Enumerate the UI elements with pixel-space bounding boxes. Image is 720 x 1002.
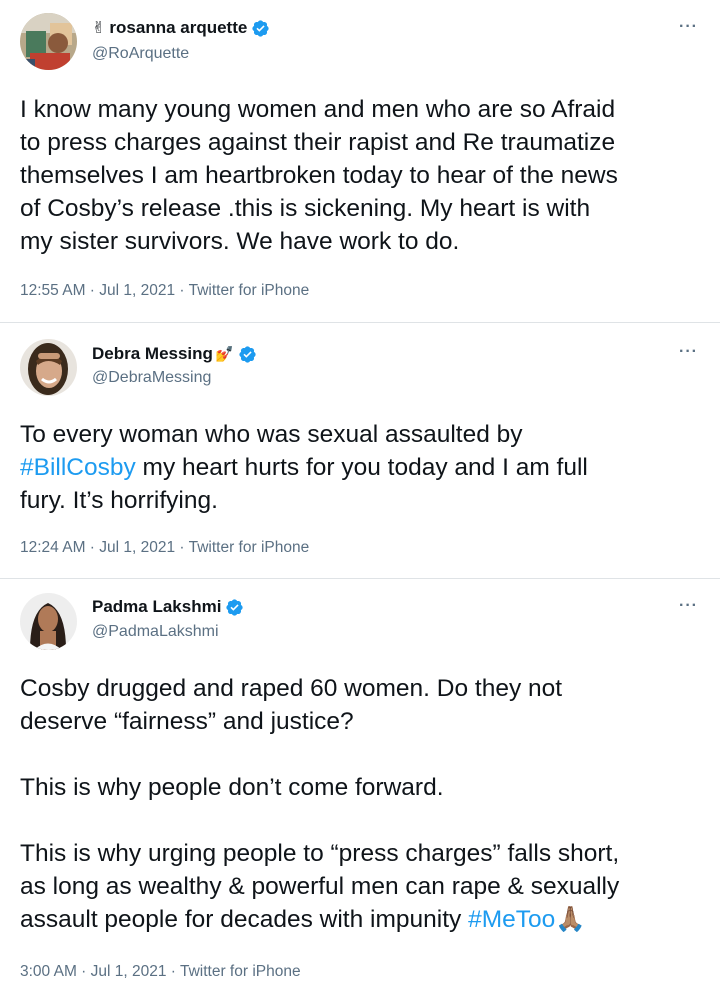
tweet-line: of Cosby’s release .this is sickening. M… [20,195,591,222]
tweet-timestamp[interactable]: 12:55 AM · Jul 1, 2021 · Twitter for iPh… [20,282,309,300]
handle[interactable]: @DebraMessing [92,369,211,387]
verified-badge-icon [226,598,244,616]
tweet-line-text: my heart hurts for you today and I am fu… [135,454,588,481]
verified-badge-icon [252,19,269,37]
tweet-2[interactable]: Debra Messing 💅 @DebraMessing ··· To eve… [0,322,720,578]
tweet-line: I know many young women and men who are … [20,96,616,123]
tweet-text: To every woman who was sexual assaulted … [20,418,710,517]
verified-badge-icon [239,345,256,363]
more-options-icon[interactable]: ··· [679,18,698,36]
folded-hands-emoji: 🙏🏽 [555,906,586,933]
avatar-padma[interactable] [20,593,77,650]
tweet-3[interactable]: Padma Lakshmi @PadmaLakshmi ··· Cosby dr… [0,578,720,1002]
hashtag-link[interactable]: #MeToo [468,906,555,933]
tweet-line: to press charges against their rapist an… [20,129,616,156]
nail-polish-emoji: 💅 [214,346,234,363]
more-options-icon[interactable]: ··· [679,597,698,615]
handle[interactable]: @PadmaLakshmi [92,623,219,641]
hashtag-link[interactable]: #BillCosby [20,454,136,481]
name-row: ✌ rosanna arquette [92,18,270,38]
more-options-icon[interactable]: ··· [679,343,698,361]
tweet-line: fury. It’s horrifying. [20,487,218,514]
tweet-timestamp[interactable]: 3:00 AM · Jul 1, 2021 · Twitter for iPho… [20,963,301,981]
display-name[interactable]: Debra Messing [92,344,213,364]
avatar-debra[interactable] [20,339,77,396]
tweet-line: This is why people don’t come forward. [20,774,444,801]
handle[interactable]: @RoArquette [92,45,189,63]
tweet-line: #BillCosby my heart hurts for you today … [20,451,710,484]
avatar-rosanna[interactable] [20,13,77,70]
tweet-line: assault people for decades with impunity… [20,903,710,936]
tweet-line: This is why urging people to “press char… [20,840,620,867]
display-name[interactable]: rosanna arquette [109,18,247,38]
name-row: Padma Lakshmi [92,597,244,617]
tweet-line: deserve “fairness” and justice? [20,708,354,735]
tweet-line: as long as wealthy & powerful men can ra… [20,873,620,900]
tweet-timestamp[interactable]: 12:24 AM · Jul 1, 2021 · Twitter for iPh… [20,539,309,557]
tweet-1[interactable]: ✌ rosanna arquette @RoArquette ··· I kno… [0,0,720,322]
tweet-line-text: assault people for decades with impunity [20,906,469,933]
display-name[interactable]: Padma Lakshmi [92,597,221,617]
victory-hand-emoji: ✌ [92,20,106,37]
tweet-line: Cosby drugged and raped 60 women. Do the… [20,675,563,702]
tweet-text: Cosby drugged and raped 60 women. Do the… [20,672,710,936]
name-row: Debra Messing 💅 [92,344,257,364]
tweet-line: To every woman who was sexual assaulted … [20,421,523,448]
tweet-text: I know many young women and men who are … [20,93,710,258]
tweet-line: my sister survivors. We have work to do. [20,228,460,255]
tweet-line: themselves I am heartbroken today to hea… [20,162,618,189]
